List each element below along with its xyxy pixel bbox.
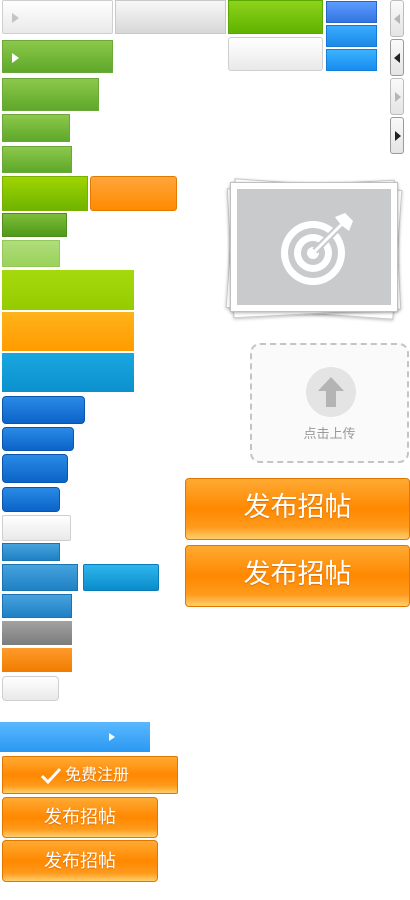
post-button-small-2-label: 发布招帖 bbox=[44, 851, 116, 872]
arrow-right-icon bbox=[395, 131, 401, 141]
cyan-button[interactable] bbox=[83, 564, 159, 591]
steel-blue-button-3[interactable] bbox=[2, 594, 72, 618]
green-button-medium-1[interactable] bbox=[2, 114, 70, 142]
gray-button[interactable] bbox=[115, 0, 226, 34]
upload-icon-circle bbox=[306, 367, 356, 417]
green-button-top[interactable] bbox=[228, 0, 323, 34]
photo-placeholder bbox=[237, 189, 391, 305]
target-icon bbox=[281, 213, 353, 285]
white-button-top[interactable] bbox=[228, 37, 323, 71]
blue-button-small-1[interactable] bbox=[326, 1, 377, 23]
lime-button[interactable] bbox=[2, 176, 88, 211]
dark-blue-button-2[interactable] bbox=[2, 427, 74, 451]
white-button-2[interactable] bbox=[2, 676, 59, 701]
orange-button-small[interactable] bbox=[90, 176, 177, 211]
play-arrow-icon bbox=[12, 13, 19, 23]
upload-box[interactable]: 点击上传 bbox=[250, 343, 409, 463]
gray-button-with-arrow[interactable] bbox=[2, 0, 113, 34]
green-button-with-arrow[interactable] bbox=[2, 40, 113, 73]
upload-label: 点击上传 bbox=[303, 427, 356, 442]
check-icon bbox=[40, 767, 62, 785]
register-button[interactable]: 免费注册 bbox=[2, 756, 178, 794]
gray-dark-button[interactable] bbox=[2, 621, 72, 645]
post-button-small-1[interactable]: 发布招帖 bbox=[2, 797, 158, 838]
light-green-button[interactable] bbox=[2, 240, 60, 267]
dark-blue-button-1[interactable] bbox=[2, 396, 85, 424]
photo-stack bbox=[222, 172, 408, 324]
post-button-small-2[interactable]: 发布招帖 bbox=[2, 840, 158, 882]
arrow-right-tab-1[interactable] bbox=[390, 78, 404, 115]
upload-arrow-icon bbox=[318, 377, 344, 407]
green-button-dark[interactable] bbox=[2, 213, 67, 237]
arrow-left-tab-2[interactable] bbox=[390, 39, 404, 76]
blue-button-small-3[interactable] bbox=[326, 49, 377, 71]
blue-bar[interactable] bbox=[2, 353, 134, 392]
play-arrow-icon bbox=[12, 53, 19, 63]
arrow-left-icon bbox=[394, 14, 400, 24]
blue-button-small-2[interactable] bbox=[326, 25, 377, 47]
steel-blue-button-1[interactable] bbox=[2, 543, 60, 561]
green-button-large[interactable] bbox=[2, 78, 99, 111]
post-button-large-1-label: 发布招帖 bbox=[243, 492, 352, 523]
dark-blue-button-4[interactable] bbox=[2, 487, 60, 512]
play-arrow-icon bbox=[109, 733, 115, 741]
orange-button-tiny[interactable] bbox=[2, 648, 72, 672]
post-button-large-2-label: 发布招帖 bbox=[243, 559, 352, 590]
arrow-left-icon bbox=[394, 53, 400, 63]
post-button-large-1[interactable]: 发布招帖 bbox=[185, 478, 410, 540]
blue-dropdown-button[interactable] bbox=[0, 722, 150, 752]
orange-bar[interactable] bbox=[2, 312, 134, 351]
white-button-1[interactable] bbox=[2, 515, 71, 541]
arrow-left-tab-1[interactable] bbox=[390, 0, 404, 37]
photo-card-front bbox=[230, 182, 398, 312]
register-button-label: 免费注册 bbox=[65, 765, 130, 784]
post-button-small-1-label: 发布招帖 bbox=[44, 807, 116, 828]
steel-blue-button-2[interactable] bbox=[2, 564, 78, 591]
dark-blue-button-3[interactable] bbox=[2, 454, 68, 483]
lime-bar[interactable] bbox=[2, 270, 134, 310]
arrow-right-tab-2[interactable] bbox=[390, 117, 404, 154]
post-button-large-2[interactable]: 发布招帖 bbox=[185, 545, 410, 607]
arrow-right-icon bbox=[395, 92, 401, 102]
green-button-medium-2[interactable] bbox=[2, 146, 72, 173]
